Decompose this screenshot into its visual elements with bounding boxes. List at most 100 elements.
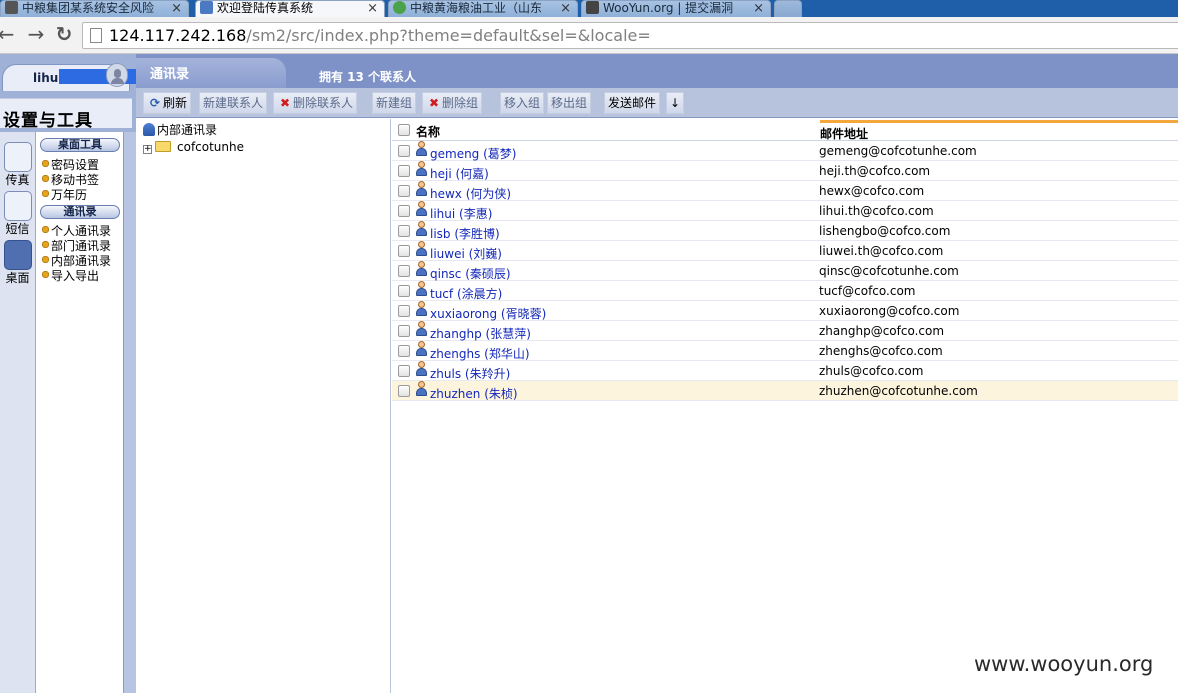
contact-count: 拥有 13 个联系人 [319,70,417,84]
contact-person-icon [415,281,427,297]
menu-item-password-settings[interactable]: 密码设置 [42,158,99,173]
table-row[interactable]: xuxiaorong (胥晓蓉) xuxiaorong@cofco.com [392,301,1178,321]
table-row[interactable]: lihui (李惠) lihui.th@cofco.com [392,201,1178,221]
menu-item-mobile-bookmarks[interactable]: 移动书签 [42,173,99,188]
menu-item-import-export[interactable]: 导入导出 [42,269,99,284]
row-checkbox[interactable] [398,325,410,337]
fax-button[interactable]: 传真 [2,142,33,187]
new-tab-button[interactable] [774,0,802,17]
delete-group-button[interactable]: ✖ 删除组 [422,92,483,114]
page-title: 通讯录 [150,67,190,82]
contact-person-icon [415,261,427,277]
expand-icon[interactable]: + [143,145,152,154]
browser-tab[interactable]: WooYun.org | 提交漏洞 × [581,0,771,17]
move-out-group-button[interactable]: 移出组 [547,92,592,114]
contact-name-link[interactable]: lisb (李胜博) [430,225,500,242]
contact-email: zhuls@cofco.com [819,364,924,378]
column-header-email[interactable]: 邮件地址 [820,125,868,142]
table-row[interactable]: lisb (李胜博) lishengbo@cofco.com [392,221,1178,241]
browser-tab[interactable]: 中粮集团某系统安全风险 × [0,0,189,17]
browser-tab-title: 中粮黄海粮油工业（山东 [410,1,543,15]
row-checkbox[interactable] [398,305,410,317]
column-header-name[interactable]: 名称 [416,123,440,140]
panel-title: 设置与工具 [3,111,93,131]
table-row[interactable]: qinsc (秦硕辰) qinsc@cofcotunhe.com [392,261,1178,281]
contact-person-icon [415,381,427,397]
row-checkbox[interactable] [398,245,410,257]
table-row[interactable]: gemeng (葛梦) gemeng@cofcotunhe.com [392,141,1178,161]
contact-name-link[interactable]: tucf (涂晨方) [430,285,502,302]
row-checkbox[interactable] [398,185,410,197]
tree-root[interactable]: 内部通讯录 [143,121,217,138]
refresh-button[interactable]: ⟳ 刷新 [143,92,192,114]
contact-name-link[interactable]: gemeng (葛梦) [430,145,516,162]
browser-tab-title: WooYun.org | 提交漏洞 [603,1,734,15]
forward-icon[interactable]: → [24,23,48,47]
send-email-button[interactable]: 发送邮件 [604,92,661,114]
send-email-dropdown-icon[interactable]: ↓ [666,92,685,114]
contact-name-link[interactable]: qinsc (秦硕辰) [430,265,511,282]
new-contact-button[interactable]: 新建联系人 [199,92,268,114]
contact-email: lishengbo@cofco.com [819,224,951,238]
table-header: 名称 邮件地址 [392,119,1178,141]
table-row[interactable]: tucf (涂晨方) tucf@cofco.com [392,281,1178,301]
table-row[interactable]: hewx (何为侠) hewx@cofco.com [392,181,1178,201]
back-icon[interactable]: ← [0,23,18,47]
close-tab-icon[interactable]: × [367,1,378,16]
contact-name-link[interactable]: zhuls (朱羚升) [430,365,510,382]
table-row[interactable]: zhuls (朱羚升) zhuls@cofco.com [392,361,1178,381]
delete-icon: ✖ [428,96,440,110]
desktop-button[interactable]: 桌面 [2,240,33,285]
tree-node-cofcotunhe[interactable]: + cofcotunhe [143,140,244,154]
menu-item-personal-contacts[interactable]: 个人通讯录 [42,224,111,239]
row-checkbox[interactable] [398,145,410,157]
move-into-group-button[interactable]: 移入组 [500,92,545,114]
close-tab-icon[interactable]: × [753,1,764,16]
table-row[interactable]: heji (何嘉) heji.th@cofco.com [392,161,1178,181]
url-text[interactable]: 124.117.242.168/sm2/src/index.php?theme=… [109,26,651,45]
contact-name-link[interactable]: xuxiaorong (胥晓蓉) [430,305,546,322]
contact-email: hewx@cofco.com [819,184,925,198]
close-tab-icon[interactable]: × [171,1,182,16]
address-bar[interactable]: 124.117.242.168/sm2/src/index.php?theme=… [82,22,1178,49]
contact-name-link[interactable]: heji (何嘉) [430,165,489,182]
table-row[interactable]: zhanghp (张慧萍) zhanghp@cofco.com [392,321,1178,341]
contact-person-icon [415,201,427,217]
menu-item-department-contacts[interactable]: 部门通讯录 [42,239,111,254]
close-tab-icon[interactable]: × [560,1,571,16]
contact-email: xuxiaorong@cofco.com [819,304,960,318]
select-all-checkbox[interactable] [398,124,410,136]
sidebar-scrollbar[interactable] [123,132,136,693]
row-checkbox[interactable] [398,165,410,177]
row-checkbox[interactable] [398,285,410,297]
row-checkbox[interactable] [398,345,410,357]
contact-email: zhuzhen@cofcotunhe.com [819,384,978,398]
tools-menu: 桌面工具 密码设置 移动书签 万年历 通讯录 个人通讯录 部门通讯录 内部通讯录… [36,132,123,693]
row-checkbox[interactable] [398,225,410,237]
browser-tab[interactable]: 中粮黄海粮油工业（山东 × [388,0,578,17]
row-checkbox[interactable] [398,265,410,277]
table-row[interactable]: zhuzhen (朱桢) zhuzhen@cofcotunhe.com [392,381,1178,401]
menu-item-internal-contacts[interactable]: 内部通讯录 [42,254,111,269]
contact-person-icon [415,341,427,357]
row-checkbox[interactable] [398,385,410,397]
table-row[interactable]: zhenghs (郑华山) zhenghs@cofco.com [392,341,1178,361]
delete-contact-button[interactable]: ✖ 删除联系人 [273,92,358,114]
user-avatar-icon[interactable] [106,63,128,87]
browser-tab-active[interactable]: 欢迎登陆传真系统 × [195,0,385,17]
contact-email: liuwei.th@cofco.com [819,244,944,258]
contact-name-link[interactable]: zhanghp (张慧萍) [430,325,531,342]
table-row[interactable]: liuwei (刘巍) liuwei.th@cofco.com [392,241,1178,261]
contact-name-link[interactable]: zhuzhen (朱桢) [430,385,518,402]
menu-item-calendar[interactable]: 万年历 [42,188,87,203]
sms-button[interactable]: 短信 [2,191,33,236]
reload-icon[interactable]: ↻ [52,23,76,47]
contact-name-link[interactable]: lihui (李惠) [430,205,492,222]
row-checkbox[interactable] [398,205,410,217]
row-checkbox[interactable] [398,365,410,377]
contact-name-link[interactable]: liuwei (刘巍) [430,245,502,262]
contact-name-link[interactable]: zhenghs (郑华山) [430,345,530,362]
section-header-contacts: 通讯录 [40,205,120,219]
contact-name-link[interactable]: hewx (何为侠) [430,185,511,202]
new-group-button[interactable]: 新建组 [372,92,417,114]
